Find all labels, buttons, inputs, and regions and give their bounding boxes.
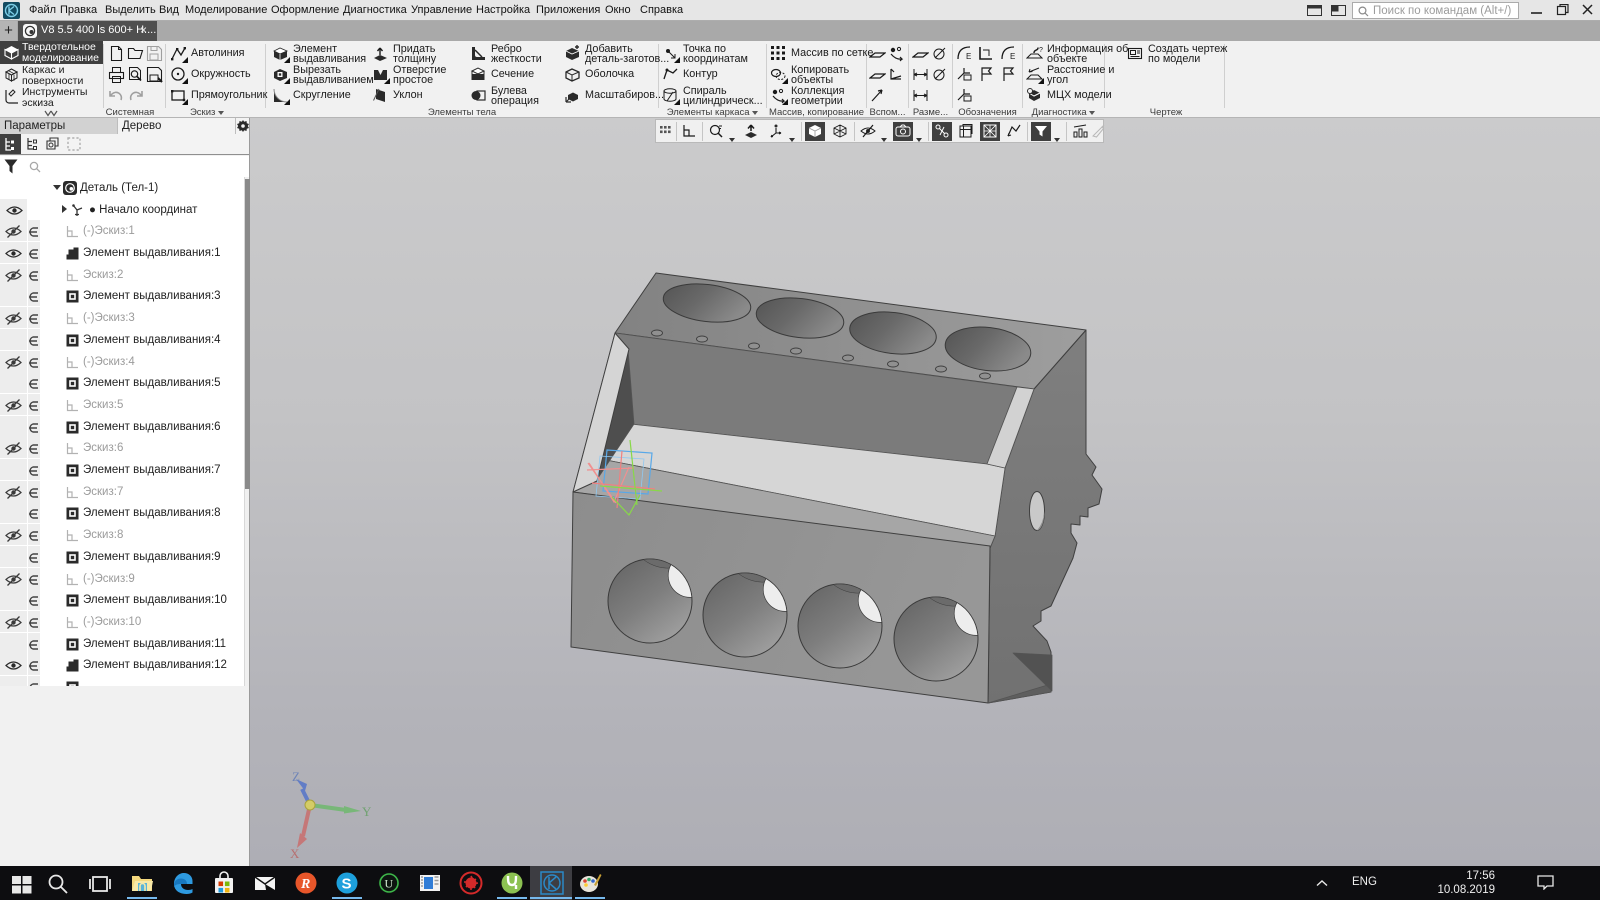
svg-text:Z: Z [292, 769, 300, 784]
svg-text:X: X [290, 846, 300, 861]
svg-text:U: U [385, 877, 394, 891]
svg-text:E: E [1010, 52, 1015, 61]
svg-text:S: S [342, 876, 352, 893]
svg-text:Y: Y [362, 804, 372, 819]
svg-text:E: E [966, 52, 971, 61]
svg-text:R: R [300, 877, 310, 892]
svg-text:?: ? [1039, 47, 1043, 54]
